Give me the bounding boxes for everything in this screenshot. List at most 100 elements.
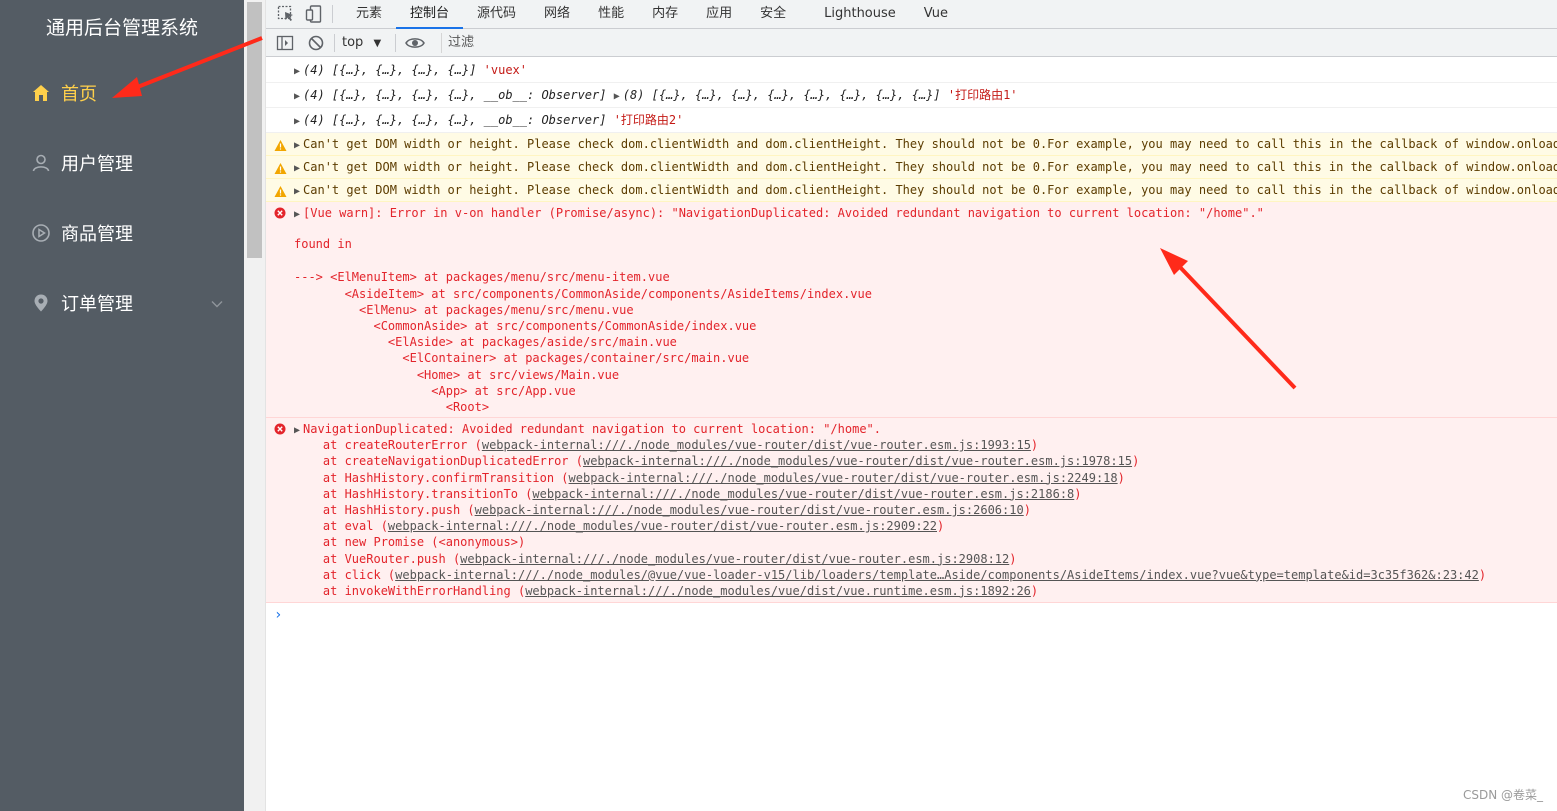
divider [332, 5, 333, 23]
component-trace: ---> <ElMenuItem> at packages/menu/src/m… [294, 269, 1557, 415]
warning-text: Can't get DOM width or height. Please ch… [303, 137, 1557, 151]
source-link[interactable]: webpack-internal:///./node_modules/@vue/… [395, 568, 1479, 582]
clear-console-icon[interactable] [307, 34, 325, 52]
tab-sources[interactable]: 源代码 [463, 0, 530, 29]
menu-item-label: 商品管理 [61, 224, 133, 245]
stack-frame-function: at HashHistory.confirmTransition ( [294, 470, 569, 485]
stack-frame: at HashHistory.transitionTo (webpack-int… [294, 486, 1557, 502]
log-object: (4) [{…}, {…}, {…}, {…}] [303, 63, 477, 77]
warning-text: Can't get DOM width or height. Please ch… [303, 183, 1557, 197]
log-string: '打印路由1' [947, 88, 1018, 102]
expand-triangle-icon[interactable]: ▶ [294, 157, 300, 178]
stack-frame-close: ) [937, 519, 945, 534]
console-toolbar: top ▼ 过滤 [266, 29, 1557, 57]
page-scrollbar[interactable] [244, 0, 266, 811]
dropdown-arrow-icon: ▼ [373, 38, 382, 49]
expand-triangle-icon[interactable]: ▶ [614, 84, 620, 107]
source-link[interactable]: webpack-internal:///./node_modules/vue-r… [532, 487, 1074, 501]
warning-text: Can't get DOM width or height. Please ch… [303, 160, 1557, 174]
stack-frame-close: ) [1478, 567, 1487, 582]
console-log-row[interactable]: ▶ (4) [{…}, {…}, {…}, {…}, __ob__: Observ… [266, 83, 1557, 108]
source-link[interactable]: webpack-internal:///./node_modules/vue-r… [569, 471, 1118, 485]
expand-triangle-icon[interactable]: ▶ [294, 59, 300, 82]
stack-frame: at click (webpack-internal:///./node_mod… [294, 567, 1557, 583]
console-error-row[interactable]: ▶ [Vue warn]: Error in v-on handler (Prom… [266, 202, 1557, 418]
menu-item-goods[interactable]: 商品管理 [0, 205, 244, 261]
tab-console[interactable]: 控制台 [396, 0, 464, 29]
watermark: CSDN @卷菜_ [1462, 788, 1543, 802]
found-in-label: found in [294, 237, 352, 252]
context-select[interactable]: top ▼ [342, 34, 381, 52]
filter-input[interactable]: 过滤 [441, 33, 1557, 53]
source-link[interactable]: webpack-internal:///./node_modules/vue-r… [583, 454, 1132, 468]
stack-frame-function: at createNavigationDuplicatedError ( [294, 454, 583, 469]
tab-memory[interactable]: 内存 [638, 0, 692, 29]
trace-line: <CommonAside> at src/components/CommonAs… [294, 318, 757, 333]
trace-line: <App> at src/App.vue [294, 383, 576, 398]
stack-frame: at eval (webpack-internal:///./node_modu… [294, 518, 1557, 534]
console-warning-row[interactable]: ▶ Can't get DOM width or height. Please c… [266, 156, 1557, 179]
source-link[interactable]: webpack-internal:///./node_modules/vue-r… [460, 552, 1009, 566]
sidebar-toggle-icon[interactable] [276, 34, 294, 52]
eye-icon[interactable] [405, 34, 425, 52]
divider [395, 34, 396, 52]
tab-vue[interactable]: Vue [910, 0, 962, 29]
user-icon [30, 152, 52, 174]
expand-triangle-icon[interactable]: ▶ [294, 180, 300, 201]
tab-elements[interactable]: 元素 [342, 0, 396, 29]
divider [334, 34, 335, 52]
trace-line: <Home> at src/views/Main.vue [294, 367, 620, 382]
stack-frame-function: at VueRouter.push ( [294, 551, 461, 566]
log-object: (4) [{…}, {…}, {…}, {…}, __ob__: Observe… [303, 88, 607, 102]
stack-frame-close: ) [1009, 551, 1017, 566]
stack-frame-close: ) [1023, 502, 1031, 517]
nav-error-message: NavigationDuplicated: Avoided redundant … [303, 422, 881, 436]
warning-icon [274, 183, 287, 201]
location-icon [30, 292, 52, 314]
menu-item-orders[interactable]: 订单管理 [0, 275, 244, 331]
menu-item-home[interactable]: 首页 [0, 65, 244, 121]
device-toolbar-icon[interactable] [304, 4, 324, 24]
expand-triangle-icon[interactable]: ▶ [294, 134, 300, 155]
console-prompt[interactable]: › [266, 603, 1557, 627]
error-icon [274, 423, 286, 438]
inspect-element-icon[interactable] [276, 4, 296, 24]
stack-frame-close: ) [1132, 454, 1140, 469]
console-log-row[interactable]: ▶ (4) [{…}, {…}, {…}, {…}] 'vuex' [266, 58, 1557, 83]
trace-line: ---> <ElMenuItem> at packages/menu/src/m… [294, 270, 670, 285]
source-link[interactable]: webpack-internal:///./node_modules/vue-r… [475, 503, 1024, 517]
tab-lighthouse[interactable]: Lighthouse [810, 0, 910, 29]
source-link[interactable]: webpack-internal:///./node_modules/vue-r… [482, 438, 1031, 452]
scrollbar-thumb[interactable] [247, 2, 262, 258]
tab-security[interactable]: 安全 [746, 0, 810, 29]
stack-frame-function: at invokeWithErrorHandling ( [294, 583, 526, 598]
expand-triangle-icon[interactable]: ▶ [294, 207, 300, 223]
source-link[interactable]: webpack-internal:///./node_modules/vue-r… [388, 519, 937, 533]
devtools-panel: 元素 控制台 源代码 网络 性能 内存 应用 安全 Lighthouse Vue… [266, 0, 1557, 811]
stack-trace: at createRouterError (webpack-internal:/… [294, 437, 1557, 599]
tab-network[interactable]: 网络 [530, 0, 584, 29]
app-title: 通用后台管理系统 [45, 17, 198, 39]
stack-frame: at new Promise (<anonymous>) [294, 534, 1557, 550]
warning-icon [274, 137, 287, 155]
stack-frame-close: ) [1030, 583, 1039, 598]
trace-line: <AsideItem> at src/components/CommonAsid… [294, 286, 872, 301]
prompt-chevron-icon: › [274, 607, 283, 623]
expand-triangle-icon[interactable]: ▶ [294, 84, 300, 107]
stack-frame: at invokeWithErrorHandling (webpack-inte… [294, 583, 1557, 599]
console-log-row[interactable]: ▶ (4) [{…}, {…}, {…}, {…}, __ob__: Observ… [266, 108, 1557, 133]
video-play-icon [30, 222, 52, 244]
console-error-row[interactable]: ▶ NavigationDuplicated: Avoided redundant… [266, 418, 1557, 603]
console-warning-row[interactable]: ▶ Can't get DOM width or height. Please c… [266, 179, 1557, 202]
stack-frame: at createNavigationDuplicatedError (webp… [294, 453, 1557, 469]
stack-frame-close: ) [1074, 486, 1082, 501]
stack-frame-function: at HashHistory.transitionTo ( [294, 486, 533, 501]
tab-performance[interactable]: 性能 [584, 0, 638, 29]
trace-line: <Root> [294, 399, 490, 414]
source-link[interactable]: webpack-internal:///./node_modules/vue/d… [525, 584, 1031, 598]
menu-item-users[interactable]: 用户管理 [0, 135, 244, 191]
expand-triangle-icon[interactable]: ▶ [294, 109, 300, 132]
tab-application[interactable]: 应用 [692, 0, 746, 29]
console-warning-row[interactable]: ▶ Can't get DOM width or height. Please c… [266, 133, 1557, 156]
log-object: (4) [{…}, {…}, {…}, {…}, __ob__: Observe… [303, 113, 607, 127]
